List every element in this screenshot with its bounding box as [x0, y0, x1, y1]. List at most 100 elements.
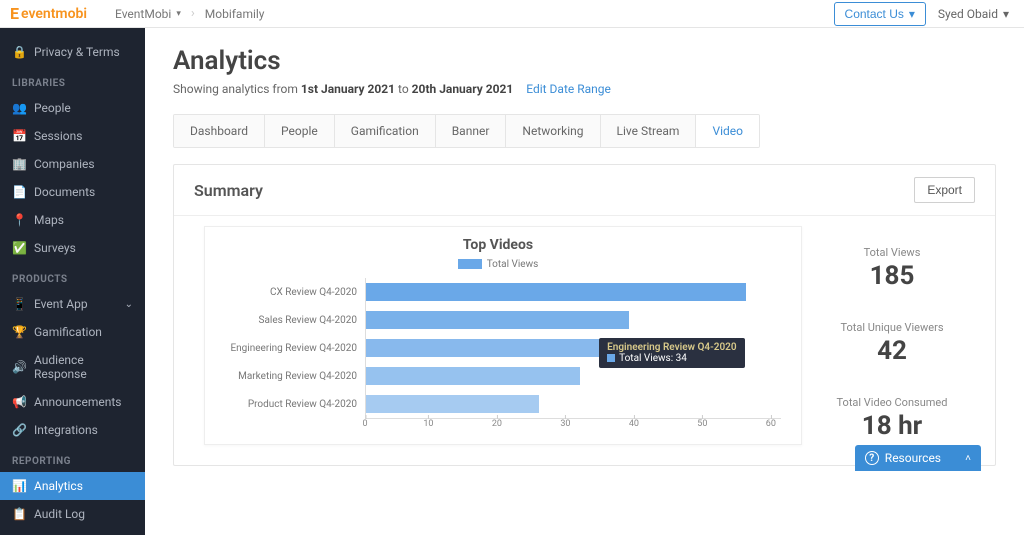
event-app-icon: 📱 [12, 297, 26, 311]
chart-bars: CX Review Q4-2020Sales Review Q4-2020Eng… [215, 278, 781, 418]
sidebar-item-label: People [34, 101, 71, 115]
sidebar-item-sessions[interactable]: 📅 Sessions [0, 122, 145, 150]
sidebar-item-audit-log[interactable]: 📋 Audit Log [0, 500, 145, 528]
axis-tick: 30 [560, 419, 570, 434]
brand-logo[interactable]: E eventmobi [10, 4, 87, 23]
sidebar-item-analytics[interactable]: 📊Analytics [0, 472, 145, 500]
breadcrumb-item[interactable]: EventMobi▾ [105, 7, 191, 21]
sidebar-item-surveys[interactable]: ✅ Surveys [0, 234, 145, 262]
export-button[interactable]: Export [914, 177, 975, 203]
stat-value: 42 [840, 336, 943, 366]
panel-header: Summary Export [174, 165, 995, 216]
tab-people[interactable]: People [265, 115, 335, 147]
top-videos-chart: Top Videos Total Views CX Review Q4-2020… [204, 226, 802, 445]
sidebar: 🔒Privacy & TermsLIBRARIES 👥 People 📅 Session… [0, 28, 145, 535]
sidebar-section-header: PRODUCTS [0, 262, 145, 290]
summary-panel: Summary Export Top Videos Total Views CX… [173, 164, 996, 466]
contact-us-button[interactable]: Contact Us ▾ [834, 2, 926, 26]
tab-networking[interactable]: Networking [506, 115, 600, 147]
legend-swatch-icon [458, 259, 482, 269]
sidebar-item-integrations[interactable]: 🔗Integrations [0, 416, 145, 444]
stat-block: Total Views185 [864, 246, 921, 291]
bar-label: CX Review Q4-2020 [215, 287, 365, 298]
sidebar-item-label: Surveys [34, 241, 76, 255]
stat-label: Total Video Consumed [837, 396, 948, 409]
analytics-icon: 📊 [12, 479, 26, 493]
page-title: Analytics [173, 46, 996, 76]
people-icon: 👥 [12, 101, 26, 115]
sidebar-item-announcements[interactable]: 📢Announcements [0, 388, 145, 416]
edit-date-range-link[interactable]: Edit Date Range [526, 82, 611, 96]
audience-response-icon: 🔊 [12, 360, 26, 374]
chevron-down-icon: ⌄ [125, 299, 133, 310]
sidebar-item-audience-response[interactable]: 🔊 Audience Response [0, 346, 145, 388]
tab-dashboard[interactable]: Dashboard [174, 115, 265, 147]
audit-log-icon: 📋 [12, 507, 26, 521]
sidebar-item-label: Audit Log [34, 507, 85, 521]
sidebar-item-privacy[interactable]: 🔒Privacy & Terms [0, 38, 145, 66]
surveys-icon: ✅ [12, 241, 26, 255]
axis-tick: 20 [492, 419, 502, 434]
sidebar-item-label: Sessions [34, 129, 82, 143]
sidebar-item-people[interactable]: 👥 People [0, 94, 145, 122]
stat-label: Total Views [864, 246, 921, 259]
chart-legend[interactable]: Total Views [215, 259, 781, 270]
maps-icon: 📍 [12, 213, 26, 227]
axis-tick: 50 [697, 419, 707, 434]
stat-block: Total Video Consumed 18 hr [837, 396, 948, 441]
announcements-icon: 📢 [12, 395, 26, 409]
sidebar-item-label: Event App [34, 297, 88, 311]
bar-row: CX Review Q4-2020 [215, 278, 781, 306]
tab-video[interactable]: Video [696, 115, 759, 147]
sidebar-section-header: LIBRARIES [0, 66, 145, 94]
panel-title: Summary [194, 181, 263, 200]
bar-fill[interactable] [366, 339, 601, 357]
stats-column: Total Views185 Total Unique Viewers42 Tota… [812, 226, 972, 445]
tab-banner[interactable]: Banner [436, 115, 507, 147]
bar-row: Marketing Review Q4-2020 [215, 362, 781, 390]
contact-us-label: Contact Us [845, 7, 904, 21]
user-name: Syed Obaid [938, 7, 998, 21]
sidebar-item-label: Audience Response [34, 353, 133, 381]
bar-fill[interactable] [366, 311, 629, 329]
axis-tick: 0 [362, 419, 367, 434]
bar-label: Sales Review Q4-2020 [215, 315, 365, 326]
axis-tick: 40 [629, 419, 639, 434]
sidebar-item-label: Integrations [34, 423, 98, 437]
tab-gamification[interactable]: Gamification [335, 115, 436, 147]
sidebar-item-gamification[interactable]: 🏆Gamification [0, 318, 145, 346]
stat-block: Total Unique Viewers42 [840, 321, 943, 366]
breadcrumb-item[interactable]: Mobifamily [195, 7, 275, 21]
sidebar-item-maps[interactable]: 📍Maps [0, 206, 145, 234]
caret-down-icon: ▾ [176, 9, 181, 19]
bar-label: Marketing Review Q4-2020 [215, 371, 365, 382]
axis-tick: 60 [766, 419, 776, 434]
sidebar-item-event-app[interactable]: 📱 Event App ⌄ [0, 290, 145, 318]
breadcrumb: EventMobi▾›Mobifamily [105, 6, 274, 21]
stat-value: 18 hr [837, 411, 948, 441]
sidebar-item-label: Documents [34, 185, 95, 199]
documents-icon: 📄 [12, 185, 26, 199]
brand-icon: E [10, 4, 19, 23]
bar-fill[interactable] [366, 283, 746, 301]
sidebar-item-label: Companies [34, 157, 95, 171]
axis-tick: 10 [423, 419, 433, 434]
sidebar-item-companies[interactable]: 🏢Companies [0, 150, 145, 178]
bar-fill[interactable] [366, 367, 580, 385]
resources-button[interactable]: ? Resources ˄ [855, 445, 981, 471]
tab-live-stream[interactable]: Live Stream [601, 115, 697, 147]
bar-label: Product Review Q4-2020 [215, 399, 365, 410]
privacy-icon: 🔒 [12, 45, 26, 59]
bar-row: Product Review Q4-2020 [215, 390, 781, 418]
brand-text: eventmobi [21, 6, 87, 22]
user-menu[interactable]: Syed Obaid ▾ [938, 7, 1014, 21]
sessions-icon: 📅 [12, 129, 26, 143]
chart-x-axis: 0 10 20 30 40 50 60 [365, 419, 781, 434]
bar-fill[interactable] [366, 395, 539, 413]
help-icon: ? [865, 451, 879, 465]
caret-down-icon: ▾ [1003, 7, 1009, 21]
date-range-line: Showing analytics from 1st January 2021 … [173, 82, 996, 96]
main-content: Analytics Showing analytics from 1st Jan… [145, 28, 1024, 535]
sidebar-item-label: Gamification [34, 325, 102, 339]
sidebar-item-documents[interactable]: 📄 Documents [0, 178, 145, 206]
